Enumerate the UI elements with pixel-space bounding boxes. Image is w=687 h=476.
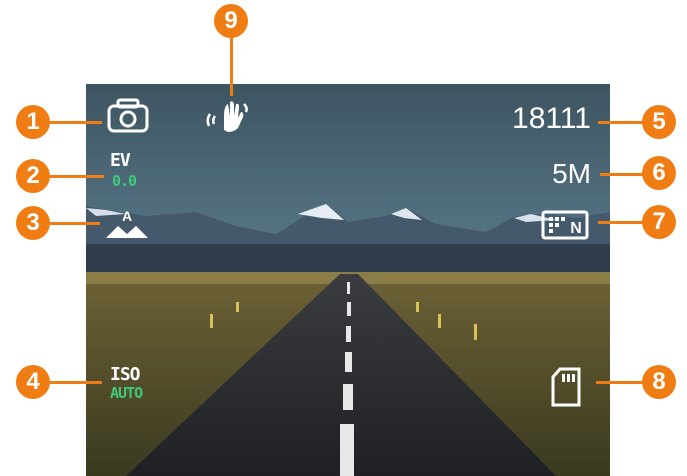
- sd-card-icon: [551, 367, 581, 407]
- callout-2: 2: [16, 159, 50, 193]
- callout-line-3: [50, 222, 100, 225]
- resolution-label: 5M: [552, 158, 591, 189]
- callout-line-2: [50, 175, 104, 178]
- callout-line-7: [598, 221, 646, 224]
- landscape-preview: [86, 84, 610, 476]
- white-balance-letter: A: [122, 208, 132, 224]
- iso-value: AUTO: [110, 384, 143, 402]
- callout-line-6: [600, 173, 646, 176]
- camera-screen: [86, 84, 610, 476]
- callout-3: 3: [16, 206, 50, 240]
- callout-7: 7: [642, 205, 676, 239]
- callout-line-5: [598, 121, 644, 124]
- white-balance-auto-icon: A: [106, 208, 148, 238]
- ev-value: 0.0: [112, 172, 137, 190]
- callout-line-1: [50, 121, 102, 124]
- callout-4: 4: [16, 365, 50, 399]
- ev-label: EV: [110, 150, 131, 171]
- shots-remaining: 18111: [512, 102, 591, 135]
- callout-line-8: [596, 381, 646, 384]
- callout-6: 6: [642, 156, 676, 190]
- quality-icon: N: [541, 210, 589, 240]
- callout-line-9: [230, 36, 233, 96]
- iso-label: ISO: [110, 364, 140, 385]
- camera-mode-icon: [107, 98, 149, 133]
- callout-5: 5: [642, 105, 676, 139]
- callout-9: 9: [214, 4, 248, 38]
- hand-shake-icon: [206, 101, 248, 132]
- quality-letter: N: [570, 220, 582, 237]
- callout-line-4: [50, 381, 102, 384]
- callout-1: 1: [16, 105, 50, 139]
- callout-8: 8: [642, 365, 676, 399]
